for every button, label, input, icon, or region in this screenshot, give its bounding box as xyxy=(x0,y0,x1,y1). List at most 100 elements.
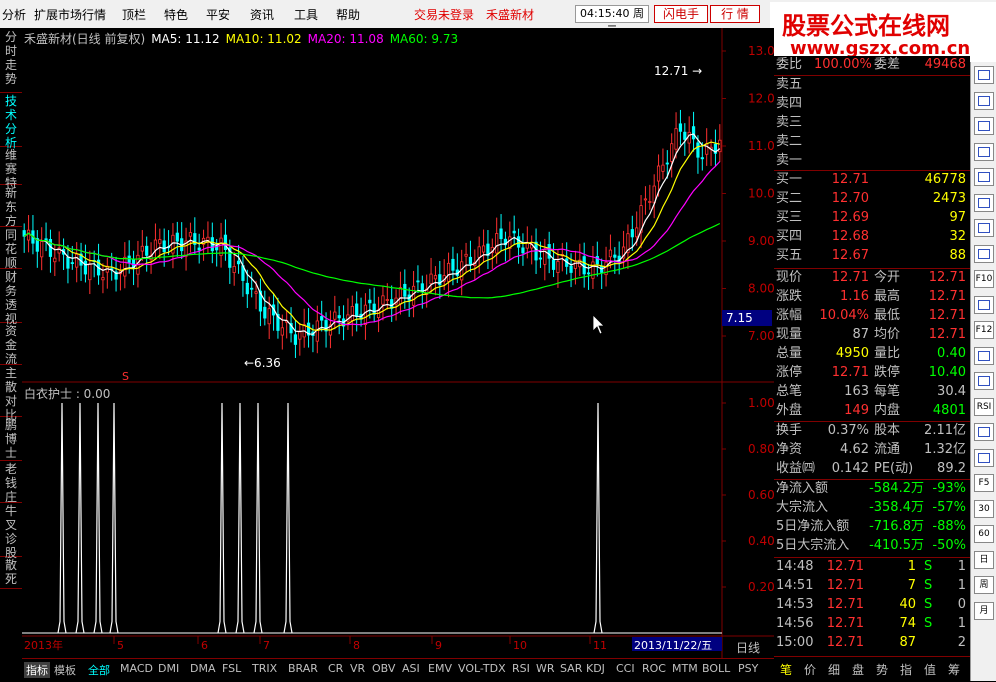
indicator-tab-wr[interactable]: WR xyxy=(536,662,555,675)
tick-row-cell: 1 xyxy=(957,559,966,574)
period-label[interactable]: 日线 xyxy=(736,641,760,655)
indicator-tab-指标[interactable]: 指标 xyxy=(24,662,50,678)
detail-tab-2[interactable]: 细 xyxy=(828,661,840,678)
left-tab-4[interactable]: 同花顺 xyxy=(0,228,22,270)
pen-icon[interactable] xyxy=(974,372,994,390)
indicator-tab-macd[interactable]: MACD xyxy=(120,662,153,675)
indicator-tab-boll[interactable]: BOLL xyxy=(702,662,730,675)
table-icon[interactable] xyxy=(974,295,994,314)
30-min-icon[interactable]: 30 xyxy=(974,499,994,518)
menu-item-features[interactable]: 特色 xyxy=(164,6,188,23)
trade-status[interactable]: 交易未登录 xyxy=(414,6,474,23)
indicator-tab-dmi[interactable]: DMI xyxy=(158,662,179,675)
bid-row: 买一 12.71 46778 xyxy=(774,171,970,189)
f12-icon[interactable]: F12 xyxy=(974,321,994,339)
day-icon[interactable]: 日 xyxy=(974,550,994,569)
detail-tab-3[interactable]: 盘 xyxy=(852,661,864,678)
rsi-icon[interactable]: RSI xyxy=(974,397,994,416)
left-tab-10[interactable]: 牛叉诊股 xyxy=(0,504,22,560)
week-icon[interactable]: 周 xyxy=(974,576,994,594)
month-label: 8 xyxy=(353,639,360,652)
stat-row: 总笔 163 每笔 30.4 xyxy=(774,383,970,401)
flash-trade-button[interactable]: 闪电手 xyxy=(654,5,708,23)
candle-body xyxy=(477,246,481,258)
indicator-tab-cci[interactable]: CCI xyxy=(616,662,635,675)
left-tab-11[interactable]: 散死 xyxy=(0,558,22,589)
indicator-tab-cr[interactable]: CR xyxy=(328,662,343,675)
left-tab-2[interactable]: 维赛特 xyxy=(0,148,22,190)
chart-icon[interactable] xyxy=(974,168,994,186)
kline-icon[interactable] xyxy=(974,244,994,263)
menu-item-tools[interactable]: 工具 xyxy=(294,6,318,23)
grid-icon[interactable] xyxy=(974,142,994,161)
indicator-tab-dma[interactable]: DMA xyxy=(190,662,216,675)
detail-tab-1[interactable]: 价 xyxy=(804,661,816,678)
left-tab-0[interactable]: 分时走势 xyxy=(0,30,22,93)
indicator-tab-模板[interactable]: 模板 xyxy=(54,662,76,678)
fund-row-cell: 1.32亿 xyxy=(924,442,966,457)
indicator-tab-全部[interactable]: 全部 xyxy=(88,662,110,678)
left-tab-6[interactable]: 资金流 xyxy=(0,324,22,366)
menu-item-extended-market[interactable]: 扩展市场行情 xyxy=(34,6,106,23)
indicator-tab-sar[interactable]: SAR xyxy=(560,662,582,675)
left-tab-5[interactable]: 财务透视 xyxy=(0,270,22,326)
indicator-tab-vr[interactable]: VR xyxy=(350,662,365,675)
detail-tab-4[interactable]: 势 xyxy=(876,661,888,678)
info-icon[interactable] xyxy=(974,423,994,441)
candle-body xyxy=(670,143,674,162)
bar-icon[interactable] xyxy=(974,219,994,237)
detail-tab-7[interactable]: 筹 xyxy=(948,661,960,678)
stat-row-cell: 12.71 xyxy=(928,327,966,342)
ask-row-cell: 卖二 xyxy=(776,134,803,149)
indicator-tab-trix[interactable]: TRIX xyxy=(252,662,277,675)
indicator-tab-asi[interactable]: ASI xyxy=(402,662,420,675)
left-tab-8[interactable]: 鹏博士 xyxy=(0,418,22,461)
indicator-tab-obv[interactable]: OBV xyxy=(372,662,395,675)
quote-button[interactable]: 行 情 xyxy=(710,5,760,23)
bid-row-cell: 32 xyxy=(949,229,966,244)
stat-row-cell: 总量 xyxy=(776,346,803,361)
indicator-tab-rsi[interactable]: RSI xyxy=(512,662,530,675)
left-tab-1[interactable]: 技术分析 xyxy=(0,94,22,150)
left-tab-7[interactable]: 主散对比 xyxy=(0,366,22,422)
refresh-icon-glyph xyxy=(978,70,990,80)
detail-tab-6[interactable]: 值 xyxy=(924,661,936,678)
back-icon[interactable] xyxy=(974,91,994,110)
ma10-label: MA10: 11.02 xyxy=(225,32,302,46)
fund-row: 收益㈣ 0.142 PE(动) 89.2 xyxy=(774,460,970,478)
indicator-tab-psy[interactable]: PSY xyxy=(738,662,758,675)
line-icon-glyph xyxy=(978,197,990,208)
refresh-icon[interactable] xyxy=(974,66,994,84)
indicator-tab-brar[interactable]: BRAR xyxy=(288,662,318,675)
low-annotation: ←6.36 xyxy=(244,356,281,370)
f5-icon[interactable]: F5 xyxy=(974,474,994,492)
month-icon[interactable]: 月 xyxy=(974,601,994,620)
menu-item-news[interactable]: 资讯 xyxy=(250,6,274,23)
candle-body xyxy=(188,232,193,237)
indicator-tab-fsl[interactable]: FSL xyxy=(222,662,241,675)
cursor-date: 2013/11/22/五 xyxy=(634,639,712,652)
calendar-icon[interactable] xyxy=(974,117,994,135)
indicator-tab-mtm[interactable]: MTM xyxy=(672,662,698,675)
line-icon[interactable] xyxy=(974,193,994,212)
candle-body xyxy=(551,259,556,270)
indicator-tab-vol-tdx[interactable]: VOL-TDX xyxy=(458,662,506,675)
kline-chart[interactable]: 13.00 12.00 11.00 10.00 9.00 8.00 7.00 1.00 0.80… xyxy=(22,28,774,658)
search-icon[interactable] xyxy=(974,346,994,365)
menu-item-analysis[interactable]: 分析 xyxy=(2,6,26,23)
menu-item-topbar[interactable]: 顶栏 xyxy=(122,6,146,23)
flag-icon[interactable] xyxy=(974,448,994,467)
left-tab-9[interactable]: 老钱庄 xyxy=(0,462,22,504)
candle-body xyxy=(398,287,403,305)
tick-row-cell: S xyxy=(924,616,933,631)
indicator-tab-emv[interactable]: EMV xyxy=(428,662,452,675)
60-min-icon[interactable]: 60 xyxy=(974,525,994,543)
detail-tab-0[interactable]: 笔 xyxy=(780,661,792,678)
menu-item-help[interactable]: 帮助 xyxy=(336,6,360,23)
f10-icon[interactable]: F10 xyxy=(974,270,994,288)
indicator-tab-roc[interactable]: ROC xyxy=(642,662,666,675)
menu-item-pingan[interactable]: 平安 xyxy=(206,6,230,23)
detail-tab-5[interactable]: 指 xyxy=(900,661,912,678)
indicator-tab-kdj[interactable]: KDJ xyxy=(586,662,605,675)
left-tab-3[interactable]: 新东方 xyxy=(0,186,22,228)
